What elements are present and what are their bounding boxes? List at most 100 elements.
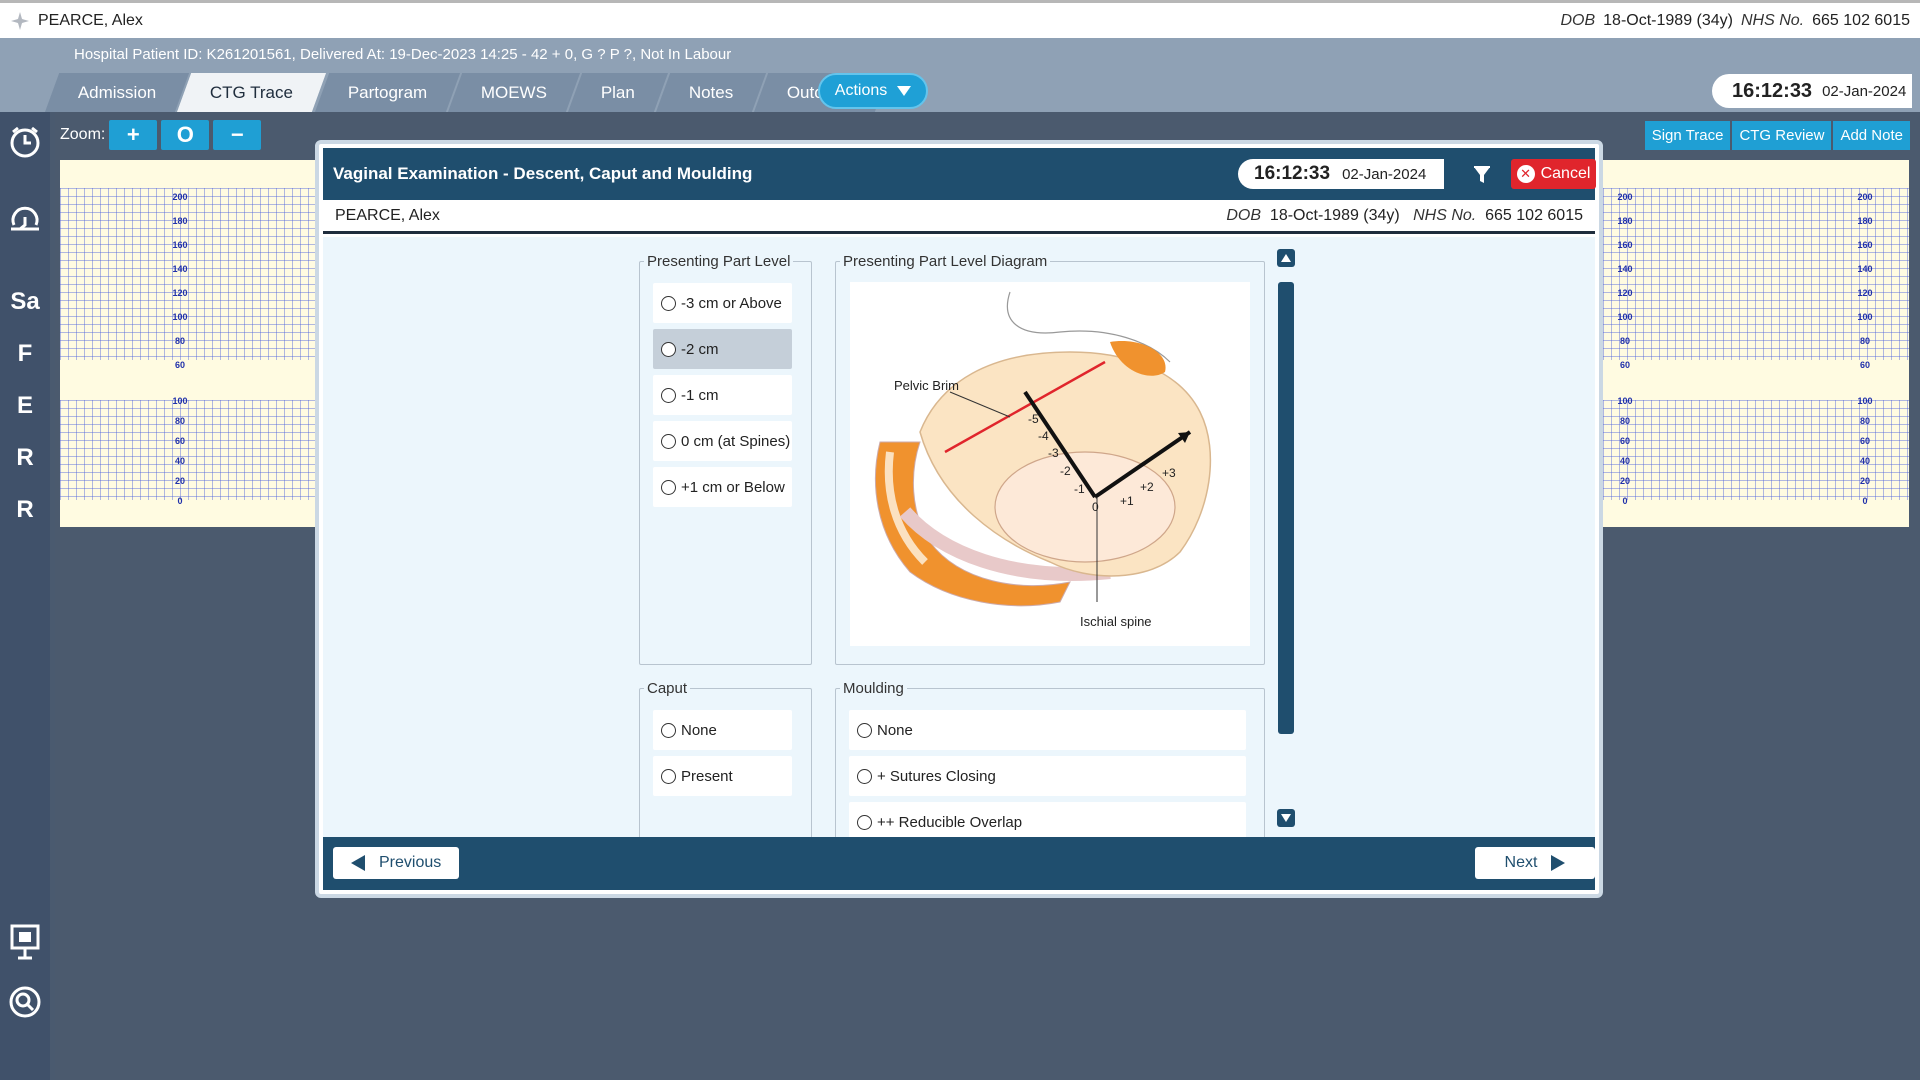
dob-label: DOB	[1560, 11, 1596, 29]
radio-icon	[661, 295, 676, 311]
dialog-date: 02-Jan-2024	[1342, 165, 1427, 183]
fhr-axis-right-b: 200 180 160 140 120 100 80 60	[1857, 192, 1873, 370]
radio-icon	[661, 341, 676, 357]
header-clock: 16:12:33 02-Jan-2024	[1712, 74, 1912, 108]
tab-admission[interactable]: Admission	[45, 73, 190, 112]
station-plus2: +2	[1140, 480, 1154, 494]
patient-banner: PEARCE, Alex DOB 18-Oct-1989 (34y) NHS N…	[0, 0, 1920, 38]
radio-icon	[661, 722, 676, 738]
radio-icon	[857, 722, 872, 738]
option-minus2[interactable]: -2 cm	[653, 329, 792, 369]
dialog-nhs: 665 102 6015	[1485, 206, 1583, 224]
actions-button[interactable]: Actions	[818, 73, 928, 109]
dialog-nhs-label: NHS No.	[1413, 206, 1477, 224]
presentation-icon[interactable]	[0, 922, 50, 962]
patient-episode-info: Hospital Patient ID: K261201561, Deliver…	[74, 46, 732, 63]
logo-icon	[11, 11, 29, 30]
radio-icon	[661, 433, 676, 449]
sign-trace-button[interactable]: Sign Trace	[1644, 121, 1731, 150]
patient-name: PEARCE, Alex	[38, 11, 143, 29]
fhr-axis-left: 200 180 160 140 120 100 80 60	[172, 192, 188, 370]
toco-axis-right-a: 100 80 60 40 20 0	[1617, 396, 1633, 506]
tab-ctg-trace[interactable]: CTG Trace	[177, 73, 326, 112]
toco-axis-right-b: 100 80 60 40 20 0	[1857, 396, 1873, 506]
caput-none[interactable]: None	[653, 710, 792, 750]
rail-item-e[interactable]: E	[0, 388, 50, 424]
history-icon[interactable]	[0, 202, 50, 242]
option-minus1[interactable]: -1 cm	[653, 375, 792, 415]
caput-legend: Caput	[647, 680, 688, 697]
add-note-button[interactable]: Add Note	[1833, 121, 1910, 150]
presenting-level-legend: Presenting Part Level	[647, 253, 791, 270]
search-icon[interactable]	[0, 982, 50, 1022]
scrollbar-thumb[interactable]	[1278, 282, 1294, 734]
rail-item-r1[interactable]: R	[0, 440, 50, 476]
moulding-sutures-closing[interactable]: + Sutures Closing	[849, 756, 1246, 796]
ctg-review-button[interactable]: CTG Review	[1732, 121, 1832, 150]
moulding-legend: Moulding	[843, 680, 904, 697]
station-zero: 0	[1092, 500, 1099, 514]
option-zero[interactable]: 0 cm (at Spines)	[653, 421, 792, 461]
dialog-patient-banner: PEARCE, Alex DOB 18-Oct-1989 (34y) NHS N…	[323, 200, 1595, 234]
zoom-in-button[interactable]: +	[109, 120, 158, 150]
diagram-legend: Presenting Part Level Diagram	[843, 253, 1048, 270]
tab-partogram[interactable]: Partogram	[314, 73, 460, 112]
station-plus3: +3	[1162, 466, 1176, 480]
nhs-label: NHS No.	[1741, 11, 1805, 29]
pelvic-brim-label: Pelvic Brim	[894, 378, 960, 393]
zoom-out-button[interactable]: −	[213, 120, 262, 150]
station-minus2: -2	[1060, 464, 1071, 478]
zoom-label: Zoom:	[60, 126, 106, 143]
station-plus1: +1	[1120, 494, 1134, 508]
ischial-spine-label: Ischial spine	[1080, 614, 1152, 629]
rail-item-f[interactable]: F	[0, 336, 50, 372]
rail-item-r2[interactable]: R	[0, 492, 50, 528]
station-minus3: -3	[1048, 446, 1059, 460]
radio-icon	[661, 768, 676, 784]
nhs-value: 665 102 6015	[1812, 11, 1910, 29]
ctg-trace-left: 200 180 160 140 120 100 80 60 100 80 60 …	[60, 160, 315, 527]
app-header: Hospital Patient ID: K261201561, Deliver…	[0, 38, 1920, 112]
tab-moews[interactable]: MOEWS	[448, 73, 580, 112]
station-minus4: -4	[1038, 429, 1049, 443]
zoom-controls: Zoom: + O −	[60, 120, 262, 150]
previous-button[interactable]: Previous	[333, 847, 460, 879]
arrow-right-icon	[1551, 855, 1566, 871]
dialog-patient-name: PEARCE, Alex	[335, 206, 440, 224]
caput-present[interactable]: Present	[653, 756, 792, 796]
dialog-header: Vaginal Examination - Descent, Caput and…	[323, 148, 1596, 200]
tab-notes[interactable]: Notes	[656, 73, 767, 112]
pelvis-diagram: Pelvic Brim Ischial spine -5 -4 -3 -2 -1…	[850, 282, 1250, 646]
moulding-reducible-overlap[interactable]: ++ Reducible Overlap	[849, 802, 1246, 837]
station-minus5: -5	[1028, 412, 1039, 426]
main-tabs: Admission CTG Trace Partogram MOEWS Plan…	[52, 73, 884, 112]
dialog-dob: 18-Oct-1989 (34y)	[1269, 206, 1400, 224]
ctg-trace-right: 200 180 160 140 120 100 80 60 200 180 16…	[1603, 160, 1909, 527]
dropdown-arrow-icon	[897, 86, 912, 96]
radio-icon	[661, 479, 676, 495]
header-time: 16:12:33	[1732, 79, 1813, 102]
tab-plan[interactable]: Plan	[568, 73, 668, 112]
option-plus1[interactable]: +1 cm or Below	[653, 467, 792, 507]
alarm-clock-icon[interactable]	[0, 122, 50, 162]
radio-icon	[857, 768, 872, 784]
dialog-body: Presenting Part Level -3 cm or Above -2 …	[323, 237, 1595, 837]
toco-axis-left: 100 80 60 40 20 0	[172, 396, 188, 506]
dialog-clock[interactable]: 16:12:33 02-Jan-2024	[1238, 159, 1444, 189]
cancel-button[interactable]: ✕ Cancel	[1511, 159, 1596, 189]
option-minus3[interactable]: -3 cm or Above	[653, 283, 792, 323]
rail-item-sa[interactable]: Sa	[0, 284, 50, 320]
moulding-none[interactable]: None	[849, 710, 1246, 750]
scroll-up-icon[interactable]	[1277, 249, 1295, 267]
scroll-down-icon[interactable]	[1277, 809, 1295, 827]
zoom-reset-button[interactable]: O	[161, 120, 210, 150]
trace-actions: Sign Trace CTG Review Add Note	[1644, 121, 1910, 150]
next-button[interactable]: Next	[1475, 847, 1595, 879]
header-date: 02-Jan-2024	[1822, 82, 1907, 100]
filter-icon[interactable]	[1473, 166, 1491, 184]
dialog-dob-label: DOB	[1226, 206, 1262, 224]
pelvis-diagram-svg	[874, 291, 1212, 607]
station-minus1: -1	[1074, 482, 1085, 496]
arrow-left-icon	[351, 855, 365, 871]
close-icon: ✕	[1516, 165, 1535, 183]
